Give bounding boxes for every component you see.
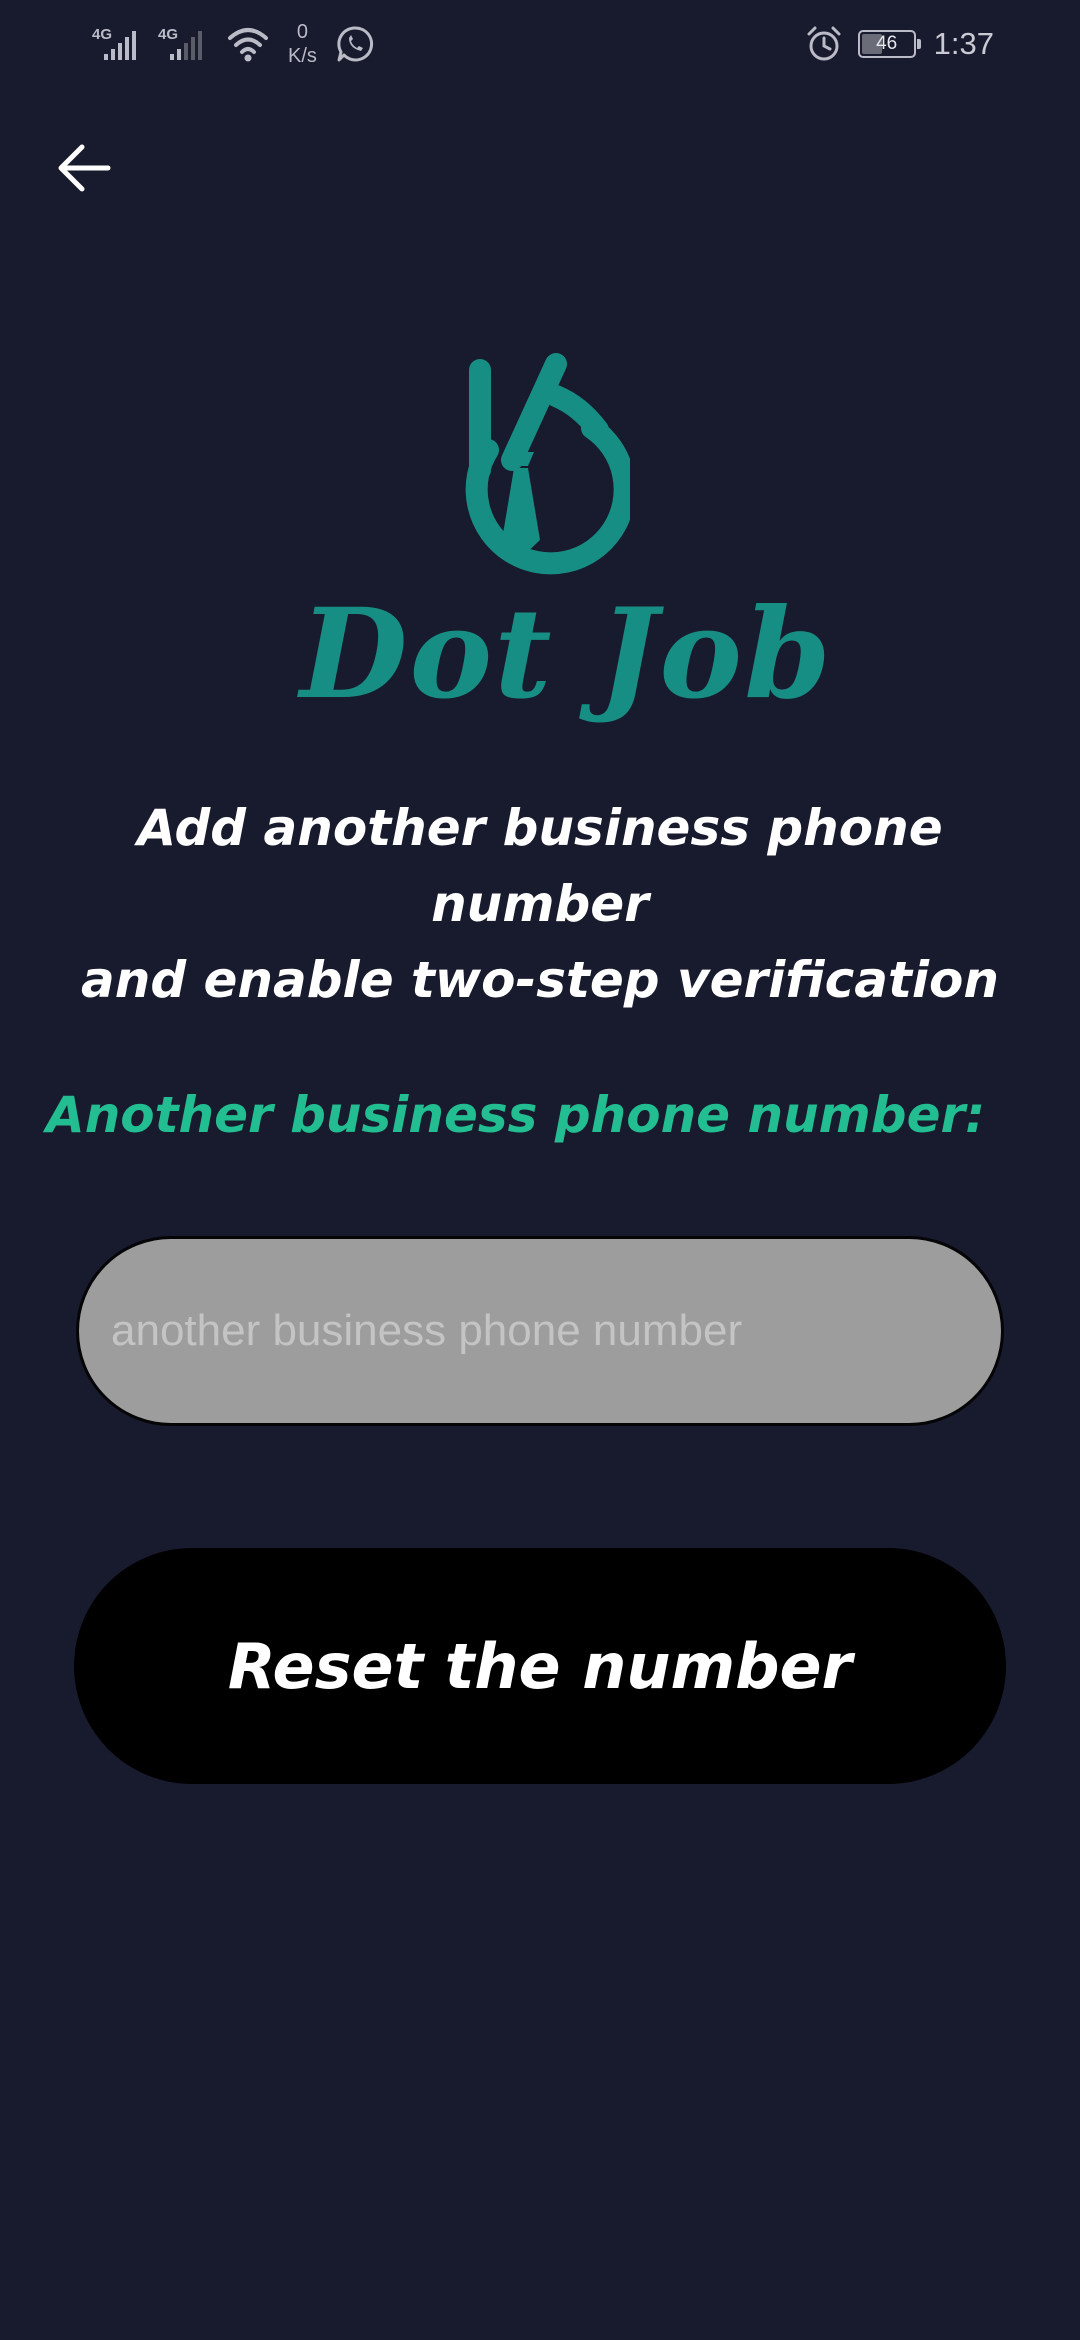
reset-number-button[interactable]: Reset the number — [74, 1548, 1006, 1784]
app-logo: Dot Job — [300, 350, 833, 750]
network-speed-unit: K/s — [288, 45, 317, 67]
whatsapp-icon — [337, 26, 374, 62]
status-left-group: 4G 4G 0 K/s — [92, 18, 375, 70]
network-speed: 0 K/s — [288, 20, 317, 68]
network-speed-value: 0 — [296, 21, 309, 43]
business-phone-input[interactable] — [76, 1236, 1004, 1426]
headline-line-1: Add another business phone number — [137, 799, 943, 933]
status-time: 1:37 — [933, 26, 994, 61]
status-bar: 4G 4G 0 K/s 46 1:37 — [0, 0, 1080, 86]
alarm-icon — [807, 26, 841, 61]
signal-icon — [104, 31, 136, 60]
battery-level: 46 — [876, 33, 898, 54]
page-headline: Add another business phone number and en… — [30, 790, 1050, 1018]
brand-name: Dot Job — [300, 582, 833, 727]
signal-sim1: 4G — [92, 22, 148, 66]
wifi-icon — [228, 28, 268, 62]
phone-field-label: Another business phone number: — [46, 1086, 986, 1144]
hand-tie-logo-icon — [465, 353, 630, 575]
status-right-group: 46 1:37 — [804, 18, 994, 70]
signal-sim2: 4G — [158, 22, 214, 66]
battery-icon: 46 — [857, 30, 921, 58]
arrow-left-icon — [58, 144, 111, 192]
back-button[interactable] — [44, 128, 124, 208]
signal-icon — [170, 31, 202, 60]
headline-line-2: and enable two-step verification — [80, 951, 1000, 1009]
